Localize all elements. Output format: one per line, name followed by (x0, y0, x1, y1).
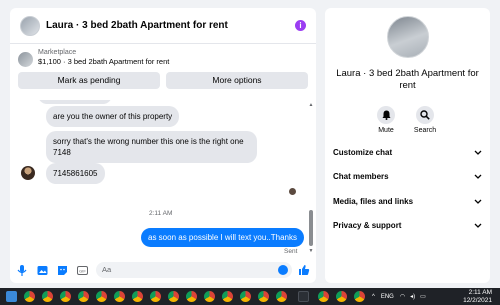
thumbs-up-icon[interactable] (298, 264, 310, 276)
message-list: are you the owner of this property sorry… (10, 100, 316, 257)
listing-thumbnail (18, 52, 33, 67)
sender-avatar[interactable] (21, 166, 35, 180)
sticker-icon[interactable] (56, 264, 68, 276)
message-input-placeholder: Aa (102, 265, 112, 274)
more-options-button[interactable]: More options (166, 72, 308, 89)
browser-icon[interactable] (42, 291, 53, 302)
message-composer: GIF Aa (10, 257, 316, 283)
start-icon[interactable] (6, 291, 17, 302)
chevron-down-icon (474, 172, 482, 181)
profile-name: Laura · 3 bed 2bath Apartment for rent (336, 68, 479, 91)
chevron-down-icon (474, 221, 482, 230)
browser-icon[interactable] (114, 291, 125, 302)
section-chat-members[interactable]: Chat members (333, 169, 482, 183)
profile-avatar[interactable] (387, 16, 429, 58)
svg-text:GIF: GIF (79, 268, 86, 273)
marketplace-listing[interactable]: Marketplace $1,100 · 3 bed 2bath Apartme… (10, 44, 316, 67)
scroll-up-arrow[interactable]: ▲ (308, 102, 314, 108)
browser-icon[interactable] (276, 291, 287, 302)
chevron-up-icon[interactable]: ^ (372, 294, 375, 300)
browser-icon[interactable] (240, 291, 251, 302)
browser-icon[interactable] (24, 291, 35, 302)
taskbar: ^ ENG ◠ ◂) ▭ 2:11 AM 12/2/2021 (0, 288, 500, 305)
volume-icon[interactable]: ◂) (410, 293, 415, 300)
chevron-down-icon (474, 197, 482, 206)
delivery-status: Sent (284, 248, 298, 255)
chat-header: Laura · 3 bed 2bath Apartment for rent i (10, 8, 316, 44)
search-action[interactable]: Search (410, 106, 440, 134)
microphone-icon[interactable] (16, 264, 28, 276)
scroll-down-arrow[interactable]: ▼ (308, 248, 314, 254)
browser-icon[interactable] (186, 291, 197, 302)
mute-label: Mute (378, 127, 394, 134)
browser-icon[interactable] (150, 291, 161, 302)
message-input[interactable]: Aa (96, 262, 292, 278)
browser-icon[interactable] (60, 291, 71, 302)
section-label: Chat members (333, 171, 389, 181)
emoji-icon[interactable] (278, 265, 288, 275)
messages-scrollbar[interactable]: ▲ ▼ (308, 102, 314, 254)
marketplace-label: Marketplace (38, 49, 77, 56)
system-tray: ^ ENG ◠ ◂) ▭ (372, 288, 426, 305)
chat-avatar[interactable] (20, 15, 40, 36)
browser-icon[interactable] (318, 291, 329, 302)
wifi-icon[interactable]: ◠ (400, 293, 405, 300)
section-label: Privacy & support (333, 220, 402, 230)
photo-icon[interactable] (36, 264, 48, 276)
browser-icon[interactable] (78, 291, 89, 302)
search-label: Search (413, 127, 437, 134)
message-bubble: sorry that's the wrong number this one i… (46, 131, 257, 163)
browser-icon[interactable] (168, 291, 179, 302)
scrollbar-thumb[interactable] (309, 210, 313, 246)
language-indicator[interactable]: ENG (381, 294, 394, 300)
section-privacy-support[interactable]: Privacy & support (333, 218, 482, 232)
listing-title: $1,100 · 3 bed 2bath Apartment for rent (38, 57, 170, 66)
clock-date: 12/2/2021 (463, 296, 492, 304)
browser-icon[interactable] (132, 291, 143, 302)
section-label: Customize chat (333, 147, 393, 157)
chat-title[interactable]: Laura · 3 bed 2bath Apartment for rent (46, 20, 295, 31)
bell-icon[interactable] (377, 106, 395, 124)
browser-icon[interactable] (204, 291, 215, 302)
message-bubble: are you the owner of this property (46, 106, 180, 127)
conversation-info-panel: Laura · 3 bed 2bath Apartment for rent M… (325, 8, 490, 283)
gif-icon[interactable]: GIF (76, 264, 88, 276)
message-bubble: 7145861605 (46, 163, 105, 184)
chat-panel: Laura · 3 bed 2bath Apartment for rent i… (10, 8, 316, 283)
section-customize-chat[interactable]: Customize chat (333, 145, 482, 159)
message-bubble-partial (38, 100, 112, 104)
chevron-down-icon (474, 148, 482, 157)
battery-icon[interactable]: ▭ (420, 293, 426, 300)
listing-actions: Mark as pending More options (10, 67, 316, 89)
clock-time: 2:11 AM (468, 289, 492, 296)
search-icon[interactable] (416, 106, 434, 124)
message-timestamp: 2:11 AM (149, 210, 173, 217)
section-media-files-links[interactable]: Media, files and links (333, 194, 482, 208)
browser-icon[interactable] (258, 291, 269, 302)
mark-as-pending-button[interactable]: Mark as pending (18, 72, 160, 89)
mute-action[interactable]: Mute (371, 106, 401, 134)
section-label: Media, files and links (333, 196, 414, 206)
browser-icon[interactable] (336, 291, 347, 302)
browser-icon[interactable] (354, 291, 365, 302)
browser-icon[interactable] (222, 291, 233, 302)
browser-icon[interactable] (96, 291, 107, 302)
taskbar-clock[interactable]: 2:11 AM 12/2/2021 (463, 289, 492, 304)
app-icon[interactable] (298, 291, 309, 302)
message-bubble-outgoing: as soon as possible I will text you..Tha… (141, 228, 304, 247)
info-icon[interactable]: i (295, 20, 306, 31)
seen-indicator-avatar (289, 188, 296, 195)
